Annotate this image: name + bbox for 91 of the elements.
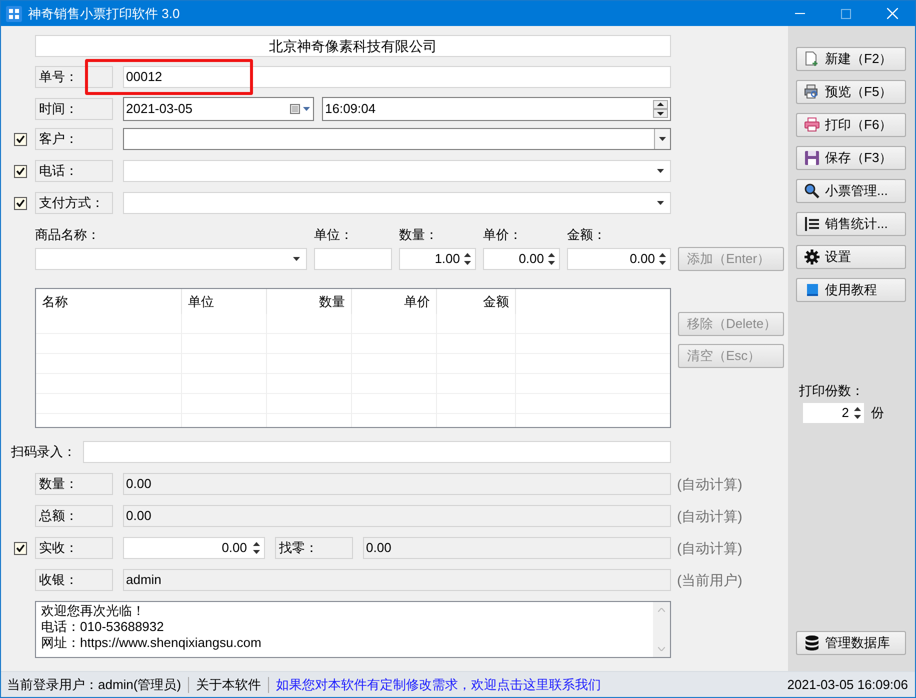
scroll-up-icon [658, 608, 665, 612]
sidebar-button[interactable]: 销售统计... [796, 212, 906, 236]
vertical-scrollbar[interactable] [653, 602, 670, 657]
spin-arrows-icon [464, 252, 471, 266]
spin-arrows-icon [253, 541, 260, 555]
field-label: 数量： [35, 473, 113, 495]
field-label: 找零： [275, 537, 353, 559]
field-label: 扫码录入： [11, 443, 77, 462]
column-header[interactable]: 数量 [267, 289, 352, 314]
barcode-input-field[interactable] [83, 441, 671, 463]
text-line: 电话：010-53688932 [41, 619, 165, 635]
new-document-icon [804, 51, 820, 67]
input-field[interactable] [314, 248, 392, 270]
sidebar-button[interactable]: 小票管理... [796, 179, 906, 203]
readonly-field: 0.00 [363, 537, 671, 559]
search-icon [804, 183, 820, 199]
bar-list-icon [804, 216, 820, 232]
sidebar-button[interactable]: 使用教程 [796, 278, 906, 302]
book-icon [804, 282, 820, 298]
receipt-footer-textarea[interactable]: 欢迎您再次光临！ 电话：010-53688932 网址：https://www.shenqixiangsu.com [35, 601, 671, 658]
sidebar-button[interactable]: 打印（F6） [796, 113, 906, 137]
number-spinner[interactable]: 0.00 [483, 248, 560, 270]
field-label: 实收： [35, 537, 113, 559]
column-label: 单价： [483, 227, 523, 243]
date-picker[interactable]: 2021-03-05 [123, 97, 314, 121]
window-title: 神奇销售小票打印软件 3.0 [28, 4, 180, 23]
sidebar-button[interactable]: 设置 [796, 245, 906, 269]
spin-arrows-icon [653, 100, 668, 118]
field-label: 单号： [35, 66, 113, 88]
dropdown-caret-icon [293, 257, 300, 261]
checkbox[interactable] [14, 196, 27, 210]
spin-arrows-icon [854, 406, 861, 420]
spin-arrows-icon [659, 252, 666, 266]
hint-text: (当前用户) [677, 570, 742, 590]
text-line: 网址：https://www.shenqixiangsu.com [41, 635, 262, 651]
maximize-icon [841, 8, 851, 18]
status-text: 当前登录用户：admin(管理员) [6, 676, 182, 694]
contact-link[interactable]: 如果您对本软件有定制修改需求，欢迎点击这里联系我们 [269, 674, 608, 694]
spin-arrows-icon [548, 252, 555, 266]
company-name-field[interactable]: 北京神奇像素科技有限公司 [35, 35, 671, 57]
column-label: 商品名称： [35, 227, 101, 243]
printer-icon [804, 117, 820, 133]
column-header[interactable]: 名称 [36, 289, 182, 314]
sidebar-button[interactable]: 保存（F3） [796, 146, 906, 170]
calendar-dropdown-icon [290, 104, 310, 114]
checkbox[interactable] [14, 132, 27, 146]
column-label: 金额： [567, 227, 607, 243]
readonly-field: 0.00 [123, 473, 671, 495]
field-label: 时间： [35, 98, 113, 120]
hint-text: (自动计算) [677, 474, 742, 494]
field-label: 支付方式： [35, 192, 113, 214]
number-spinner[interactable]: 0.00 [567, 248, 671, 270]
readonly-field: admin [123, 569, 671, 591]
number-spinner[interactable]: 0.00 [123, 537, 265, 559]
dropdown-caret-icon [657, 201, 664, 205]
field-label: 总额： [35, 505, 113, 527]
column-header[interactable]: 单位 [182, 289, 267, 314]
hint-text: (自动计算) [677, 506, 742, 526]
hint-text: (自动计算) [677, 538, 742, 558]
dropdown-caret-icon [659, 137, 666, 141]
field-label: 收银： [35, 569, 113, 591]
number-spinner[interactable]: 1.00 [399, 248, 476, 270]
text-line: 欢迎您再次光临！ [41, 603, 146, 619]
printer-magnifier-icon [804, 84, 820, 100]
dropdown-caret-icon [657, 169, 664, 173]
field-label: 电话： [35, 160, 113, 182]
sidebar-button[interactable]: 新建（F2） [796, 47, 906, 71]
field-label: 打印份数： [799, 383, 864, 399]
manage-database-button[interactable]: 管理数据库 [796, 631, 906, 655]
database-icon [804, 635, 820, 651]
settings-icon [804, 249, 820, 265]
minimize-icon [795, 13, 805, 14]
unit-label: 份 [871, 404, 884, 422]
app-icon [6, 6, 22, 22]
column-label: 数量： [399, 227, 439, 243]
column-label: 单位： [314, 227, 354, 243]
scroll-down-icon [658, 647, 665, 651]
readonly-field: 0.00 [123, 505, 671, 527]
column-header[interactable]: 单价 [352, 289, 437, 314]
column-header[interactable]: 金额 [437, 289, 516, 314]
order-number-field[interactable]: 00012 [123, 66, 671, 88]
close-icon [886, 8, 898, 19]
checkbox[interactable] [14, 164, 27, 178]
copies-spinner[interactable]: 2 [803, 403, 864, 423]
about-link[interactable]: 关于本软件 [189, 674, 268, 694]
field-label: 客户： [35, 128, 113, 150]
time-spinner[interactable]: 16:09:04 [322, 97, 671, 121]
status-clock: 2021-03-05 16:09:06 [787, 676, 909, 694]
sidebar-button[interactable]: 预览（F5） [796, 80, 906, 104]
checkbox[interactable] [14, 542, 27, 554]
dropdown-field[interactable] [123, 128, 671, 150]
